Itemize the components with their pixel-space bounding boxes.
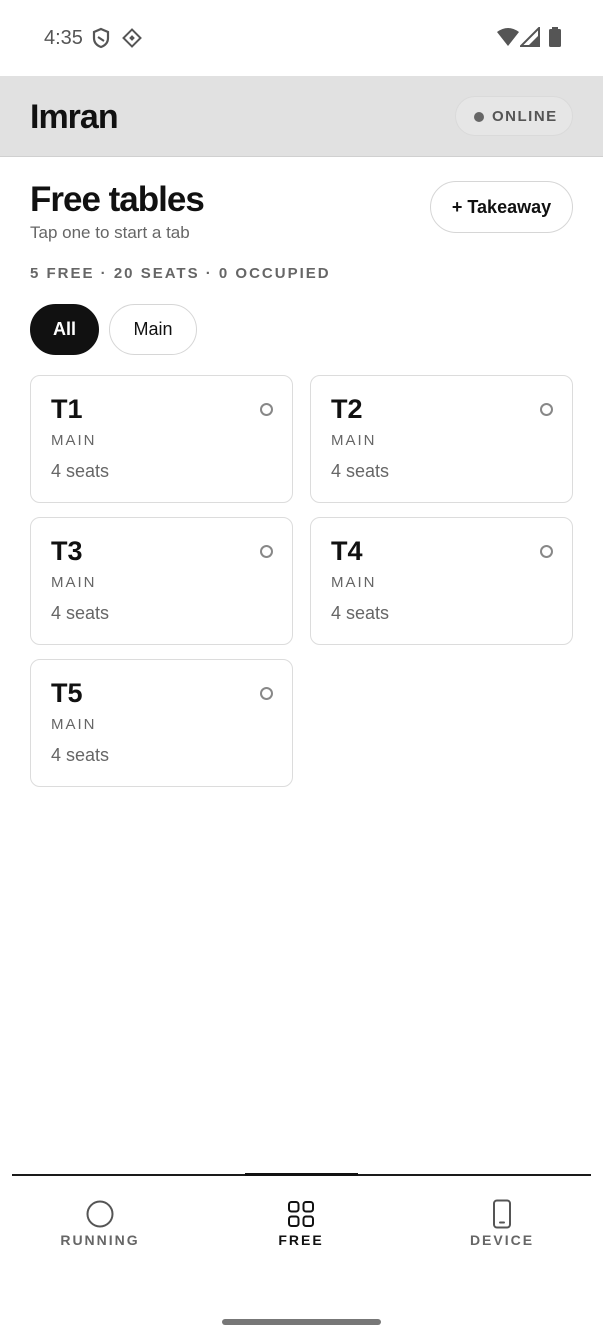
table-name: T1 [51, 394, 83, 424]
table-card-t2[interactable]: T2 MAIN 4 seats [310, 375, 573, 503]
table-name: T5 [51, 678, 83, 708]
section-title: Free tables [30, 180, 205, 219]
section-subtitle: Tap one to start a tab [30, 223, 190, 242]
table-seats: 4 seats [51, 603, 110, 623]
online-status-label: ONLINE [492, 108, 558, 125]
home-indicator[interactable] [222, 1319, 381, 1325]
wifi-icon [497, 27, 519, 52]
table-seats: 4 seats [51, 461, 110, 481]
bottom-nav: RUNNING FREE DEVICE [10, 1173, 592, 1270]
table-name: T2 [331, 394, 363, 424]
table-area: MAIN [331, 432, 377, 449]
free-status-icon [260, 545, 273, 558]
table-area: MAIN [51, 574, 97, 591]
page-title: Imran [30, 98, 119, 136]
free-status-icon [260, 403, 273, 416]
table-name: T4 [331, 536, 363, 566]
table-area: MAIN [331, 574, 377, 591]
table-card-t1[interactable]: T1 MAIN 4 seats [30, 375, 293, 503]
table-card-t5[interactable]: T5 MAIN 4 seats [30, 659, 293, 787]
online-status-badge: ONLINE [455, 96, 573, 136]
shield-icon [91, 27, 111, 54]
table-name: T3 [51, 536, 83, 566]
status-bar: 4:35 [0, 0, 603, 76]
circle-icon [84, 1198, 116, 1235]
filter-chip-all[interactable]: All [30, 304, 99, 355]
table-area: MAIN [51, 432, 97, 449]
phone-icon [486, 1198, 518, 1235]
battery-icon [548, 27, 562, 52]
table-seats: 4 seats [331, 461, 390, 481]
nav-tab-free[interactable]: FREE [211, 1176, 391, 1266]
tables-summary: 5 FREE · 20 SEATS · 0 OCCUPIED [30, 265, 331, 282]
free-status-icon [540, 403, 553, 416]
free-status-icon [540, 545, 553, 558]
table-seats: 4 seats [331, 603, 390, 623]
diamond-icon [121, 27, 143, 54]
table-area: MAIN [51, 716, 97, 733]
nav-label-running: RUNNING [60, 1232, 140, 1248]
status-time: 4:35 [44, 27, 83, 49]
nav-tab-running[interactable]: RUNNING [10, 1176, 190, 1266]
signal-icon [518, 25, 540, 52]
table-card-t3[interactable]: T3 MAIN 4 seats [30, 517, 293, 645]
nav-label-free: FREE [278, 1232, 324, 1248]
grid-icon [285, 1198, 317, 1235]
nav-label-device: DEVICE [469, 1232, 535, 1248]
filter-chip-main[interactable]: Main [109, 304, 197, 355]
app-header: Imran ONLINE [0, 76, 603, 157]
takeaway-button[interactable]: + Takeaway [430, 181, 573, 233]
table-card-t4[interactable]: T4 MAIN 4 seats [310, 517, 573, 645]
free-status-icon [260, 687, 273, 700]
table-seats: 4 seats [51, 745, 110, 765]
status-dot-icon [474, 112, 484, 122]
nav-tab-device[interactable]: DEVICE [412, 1176, 592, 1266]
